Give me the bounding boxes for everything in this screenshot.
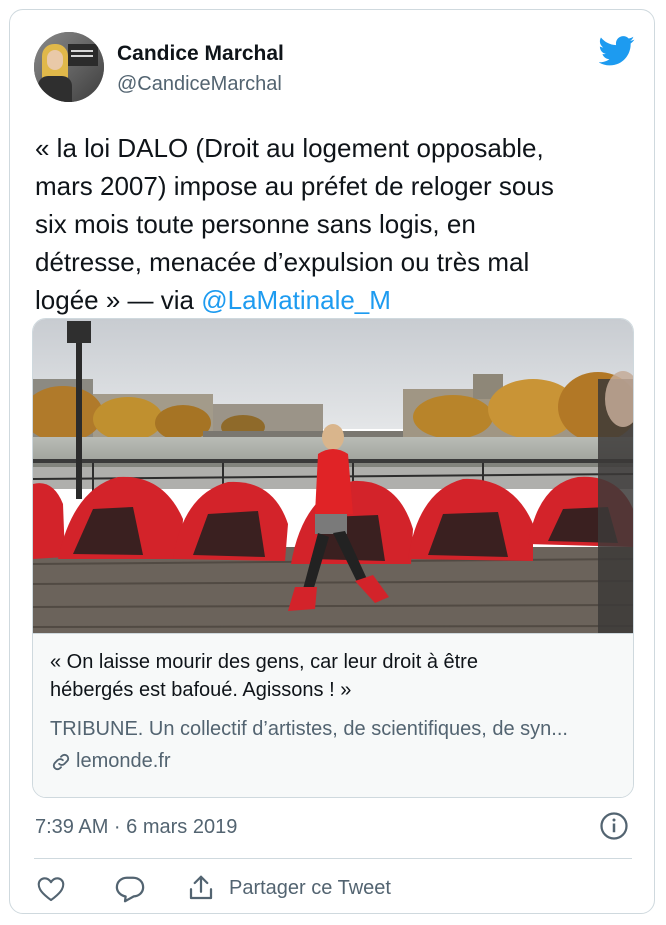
heart-icon[interactable]: [37, 876, 65, 902]
tweet-text: « la loi DALO (Droit au logement opposab…: [35, 129, 645, 319]
share-icon[interactable]: [186, 873, 216, 903]
card-domain[interactable]: lemonde.fr: [50, 750, 171, 773]
tweet-timestamp[interactable]: 7:39 AM · 6 mars 2019: [35, 816, 237, 839]
divider: [34, 858, 632, 859]
link-preview-card[interactable]: « On laisse mourir des gens, car leur dr…: [32, 318, 634, 798]
card-title-line: hébergés est bafoué. Agissons ! »: [50, 679, 352, 701]
tweet-text-prefix: logée » — via: [35, 285, 202, 315]
avatar[interactable]: [34, 32, 104, 102]
link-icon: [52, 753, 70, 770]
reply-icon[interactable]: [115, 875, 145, 903]
tweet-text-line: logée » — via @LaMatinale_M: [35, 281, 645, 319]
card-title-line: « On laisse mourir des gens, car leur dr…: [50, 651, 478, 673]
author-handle[interactable]: @CandiceMarchal: [117, 73, 282, 96]
twitter-bird-icon[interactable]: [599, 35, 635, 67]
card-description: TRIBUNE. Un collectif d’artistes, de sci…: [50, 718, 568, 740]
mention-link[interactable]: @LaMatinale_M: [201, 285, 391, 315]
author-name[interactable]: Candice Marchal: [117, 42, 284, 66]
card-domain-text: lemonde.fr: [76, 750, 171, 772]
card-title[interactable]: « On laisse mourir des gens, car leur dr…: [50, 648, 620, 704]
tweet-text-line: détresse, menacée d’expulsion ou très ma…: [35, 247, 530, 277]
tweet-text-line: six mois toute personne sans logis, en: [35, 209, 476, 239]
info-icon[interactable]: [599, 811, 629, 841]
tweet-card[interactable]: Candice Marchal @CandiceMarchal « la loi…: [9, 9, 655, 914]
share-tweet-button[interactable]: Partager ce Tweet: [229, 877, 391, 900]
card-image[interactable]: [33, 319, 633, 633]
card-body[interactable]: « On laisse mourir des gens, car leur dr…: [33, 633, 633, 797]
tweet-text-line: « la loi DALO (Droit au logement opposab…: [35, 133, 544, 163]
tweet-text-line: mars 2007) impose au préfet de reloger s…: [35, 171, 554, 201]
